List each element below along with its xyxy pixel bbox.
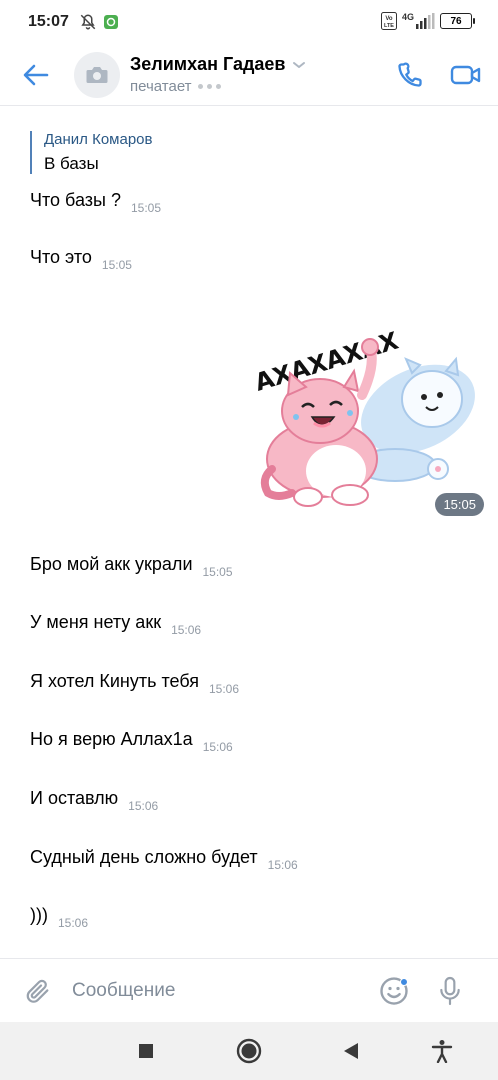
battery-icon: 76	[440, 13, 475, 29]
sticker[interactable]: АХАХАХАХ	[250, 299, 485, 521]
message-list[interactable]: Данил Комаров В базы Что базы ? 15:05 Чт…	[0, 107, 498, 959]
message-text: И оставлю	[30, 788, 119, 808]
mute-bell-icon	[80, 14, 96, 30]
status-right-icons: Vo LTE 4G 76	[380, 12, 475, 30]
status-notification-icons	[79, 13, 119, 31]
home-button[interactable]	[234, 1036, 264, 1066]
message-time: 15:06	[267, 858, 298, 872]
microphone-icon	[440, 976, 460, 1005]
sticker-time: 15:05	[435, 493, 484, 516]
message[interactable]: Я хотел Кинуть тебя 15:06	[30, 670, 239, 696]
network-type: 4G	[401, 12, 414, 22]
accessibility-icon	[431, 1040, 453, 1063]
chat-title-block[interactable]: Зелимхан Гадаев печатает	[130, 54, 388, 95]
message-time: 15:06	[202, 740, 233, 754]
triangle-back-icon	[344, 1043, 358, 1059]
typing-label: печатает	[130, 78, 192, 95]
chevron-down-icon	[292, 61, 305, 68]
volte-icon: VoLTE	[380, 12, 397, 30]
video-camera-icon	[450, 65, 481, 84]
emoji-button[interactable]	[374, 971, 414, 1011]
message-time: 15:06	[57, 916, 89, 930]
message-text: Но я верю Аллах1а	[30, 729, 193, 749]
message-time: 15:05	[202, 565, 233, 579]
arrow-left-icon	[23, 64, 49, 85]
typing-dots-icon	[197, 84, 221, 89]
message-time: 15:06	[171, 623, 202, 637]
square-icon	[139, 1044, 153, 1058]
voice-message-button[interactable]	[430, 971, 470, 1011]
message[interactable]: Но я верю Аллах1а 15:06	[30, 728, 233, 754]
battery-level: 76	[450, 15, 462, 27]
message[interactable]: Бро мой акк украли 15:05	[30, 553, 233, 579]
reply-text: В базы	[44, 154, 99, 173]
message[interactable]: И оставлю 15:06	[30, 787, 158, 813]
reply-author: Данил Комаров	[44, 131, 153, 148]
signal-icon	[416, 13, 435, 29]
message-text: Что это	[30, 247, 92, 267]
message-text: Судный день сложно будет	[30, 847, 258, 867]
message[interactable]: Судный день сложно будет 15:06	[30, 846, 298, 872]
home-circle-icon	[236, 1038, 262, 1064]
video-call-button[interactable]	[444, 53, 488, 97]
chat-header: Зелимхан Гадаев печатает	[0, 44, 498, 106]
back-button[interactable]	[12, 51, 60, 99]
svg-text:Vo: Vo	[385, 16, 393, 22]
status-bar: 15:07 Vo LTE 4G 76	[0, 0, 498, 44]
avatar[interactable]	[74, 51, 120, 98]
paperclip-icon	[26, 979, 49, 1003]
message[interactable]: Что базы ? 15:05	[30, 189, 161, 215]
camera-icon	[86, 66, 108, 83]
message-text: У меня нету акк	[30, 612, 162, 632]
accessibility-button[interactable]	[427, 1036, 457, 1066]
back-nav-button[interactable]	[336, 1036, 366, 1066]
message[interactable]: Что это 15:05	[30, 246, 132, 272]
attach-button[interactable]	[18, 971, 58, 1011]
svg-text:LTE: LTE	[384, 23, 394, 29]
recent-apps-button[interactable]	[131, 1036, 161, 1066]
app-notification-icon	[103, 15, 118, 29]
message-composer	[0, 958, 498, 1022]
new-stickers-badge	[400, 977, 408, 986]
message-time: 15:05	[101, 258, 132, 272]
status-time: 15:07	[28, 13, 69, 30]
message[interactable]: ))) 15:06	[30, 904, 88, 930]
message-text: )))	[30, 905, 48, 925]
message-text: Я хотел Кинуть тебя	[30, 671, 199, 691]
call-button[interactable]	[388, 53, 432, 97]
message-time: 15:05	[130, 201, 161, 215]
laughing-cats-sticker-icon: АХАХАХАХ	[252, 326, 475, 507]
message-time: 15:06	[128, 799, 159, 813]
system-nav-bar	[0, 1022, 498, 1080]
chat-title: Зелимхан Гадаев	[130, 54, 286, 74]
phone-icon	[398, 61, 422, 87]
typing-status: печатает	[130, 78, 388, 95]
message-text: Что базы ?	[30, 190, 121, 210]
forwarded-reply[interactable]: Данил Комаров В базы	[30, 131, 152, 174]
message-text: Бро мой акк украли	[30, 554, 193, 574]
message-input[interactable]	[72, 970, 362, 1011]
message-time: 15:06	[209, 682, 240, 696]
message[interactable]: У меня нету акк 15:06	[30, 611, 201, 637]
